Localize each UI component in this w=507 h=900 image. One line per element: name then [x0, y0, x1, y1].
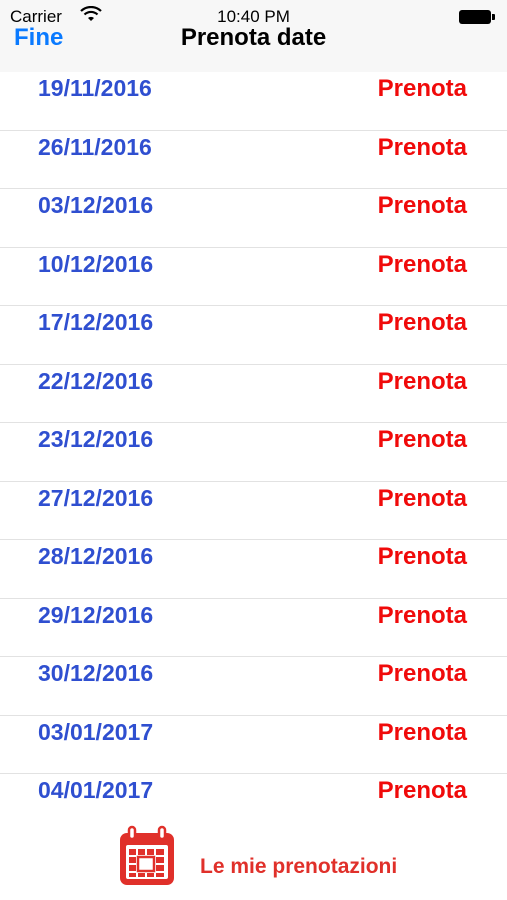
booking-date: 23/12/2016	[38, 426, 154, 452]
footer-bar: Le mie prenotazioni	[0, 815, 507, 900]
book-button[interactable]: Prenota	[378, 308, 467, 338]
booking-date: 27/12/2016	[38, 484, 154, 511]
book-button[interactable]: Prenota	[378, 718, 467, 748]
booking-date-list: 19/11/2016 Prenota 26/11/2016 Prenota 03/12/…	[0, 72, 507, 833]
book-button[interactable]: Prenota	[378, 484, 467, 514]
booking-date: 30/12/2016	[38, 660, 154, 686]
list-item: 22/12/2016 Prenota	[0, 365, 507, 423]
list-item: 03/12/2016 Prenota	[0, 189, 507, 248]
book-button[interactable]: Prenota	[378, 601, 467, 631]
book-button[interactable]: Prenota	[378, 776, 467, 806]
booking-date: 29/12/2016	[38, 601, 154, 628]
book-button[interactable]: Prenota	[378, 191, 467, 221]
list-item: 23/12/2016 Prenota	[0, 423, 507, 482]
my-bookings-label: Le mie prenotazioni	[200, 855, 398, 878]
done-button[interactable]: Fine	[14, 24, 63, 52]
booking-date: 10/12/2016	[38, 250, 154, 277]
list-item: 19/11/2016 Prenota	[0, 72, 507, 131]
navigation-bar: Prenota date Fine	[0, 24, 507, 72]
book-button[interactable]: Prenota	[378, 133, 467, 163]
booking-date: 17/12/2016	[38, 309, 154, 335]
list-item: 26/11/2016 Prenota	[0, 131, 507, 189]
book-button[interactable]: Prenota	[378, 542, 467, 572]
booking-date: 03/01/2017	[38, 718, 154, 745]
list-item: 10/12/2016 Prenota	[0, 248, 507, 306]
booking-date: 22/12/2016	[38, 367, 154, 394]
list-item: 17/12/2016 Prenota	[0, 306, 507, 365]
my-bookings-button[interactable]: Le mie prenotazioni	[118, 825, 438, 887]
calendar-icon	[120, 825, 174, 885]
booking-date: 19/11/2016	[38, 75, 152, 101]
book-button[interactable]: Prenota	[378, 367, 467, 397]
battery-icon	[459, 10, 495, 24]
book-button[interactable]: Prenota	[378, 425, 467, 455]
status-bar: Carrier 10:40 PM	[0, 0, 507, 26]
booking-date: 03/12/2016	[38, 192, 154, 218]
list-item: 27/12/2016 Prenota	[0, 482, 507, 540]
list-item: 30/12/2016 Prenota	[0, 657, 507, 716]
list-item: 28/12/2016 Prenota	[0, 540, 507, 599]
booking-date: 26/11/2016	[38, 133, 152, 160]
booking-date: 28/12/2016	[38, 543, 154, 569]
page-title: Prenota date	[180, 24, 327, 51]
list-item: 29/12/2016 Prenota	[0, 599, 507, 657]
book-button[interactable]: Prenota	[378, 74, 467, 104]
book-button[interactable]: Prenota	[378, 659, 467, 689]
booking-date: 04/01/2017	[38, 777, 154, 803]
book-button[interactable]: Prenota	[378, 250, 467, 280]
list-item: 03/01/2017 Prenota	[0, 716, 507, 774]
